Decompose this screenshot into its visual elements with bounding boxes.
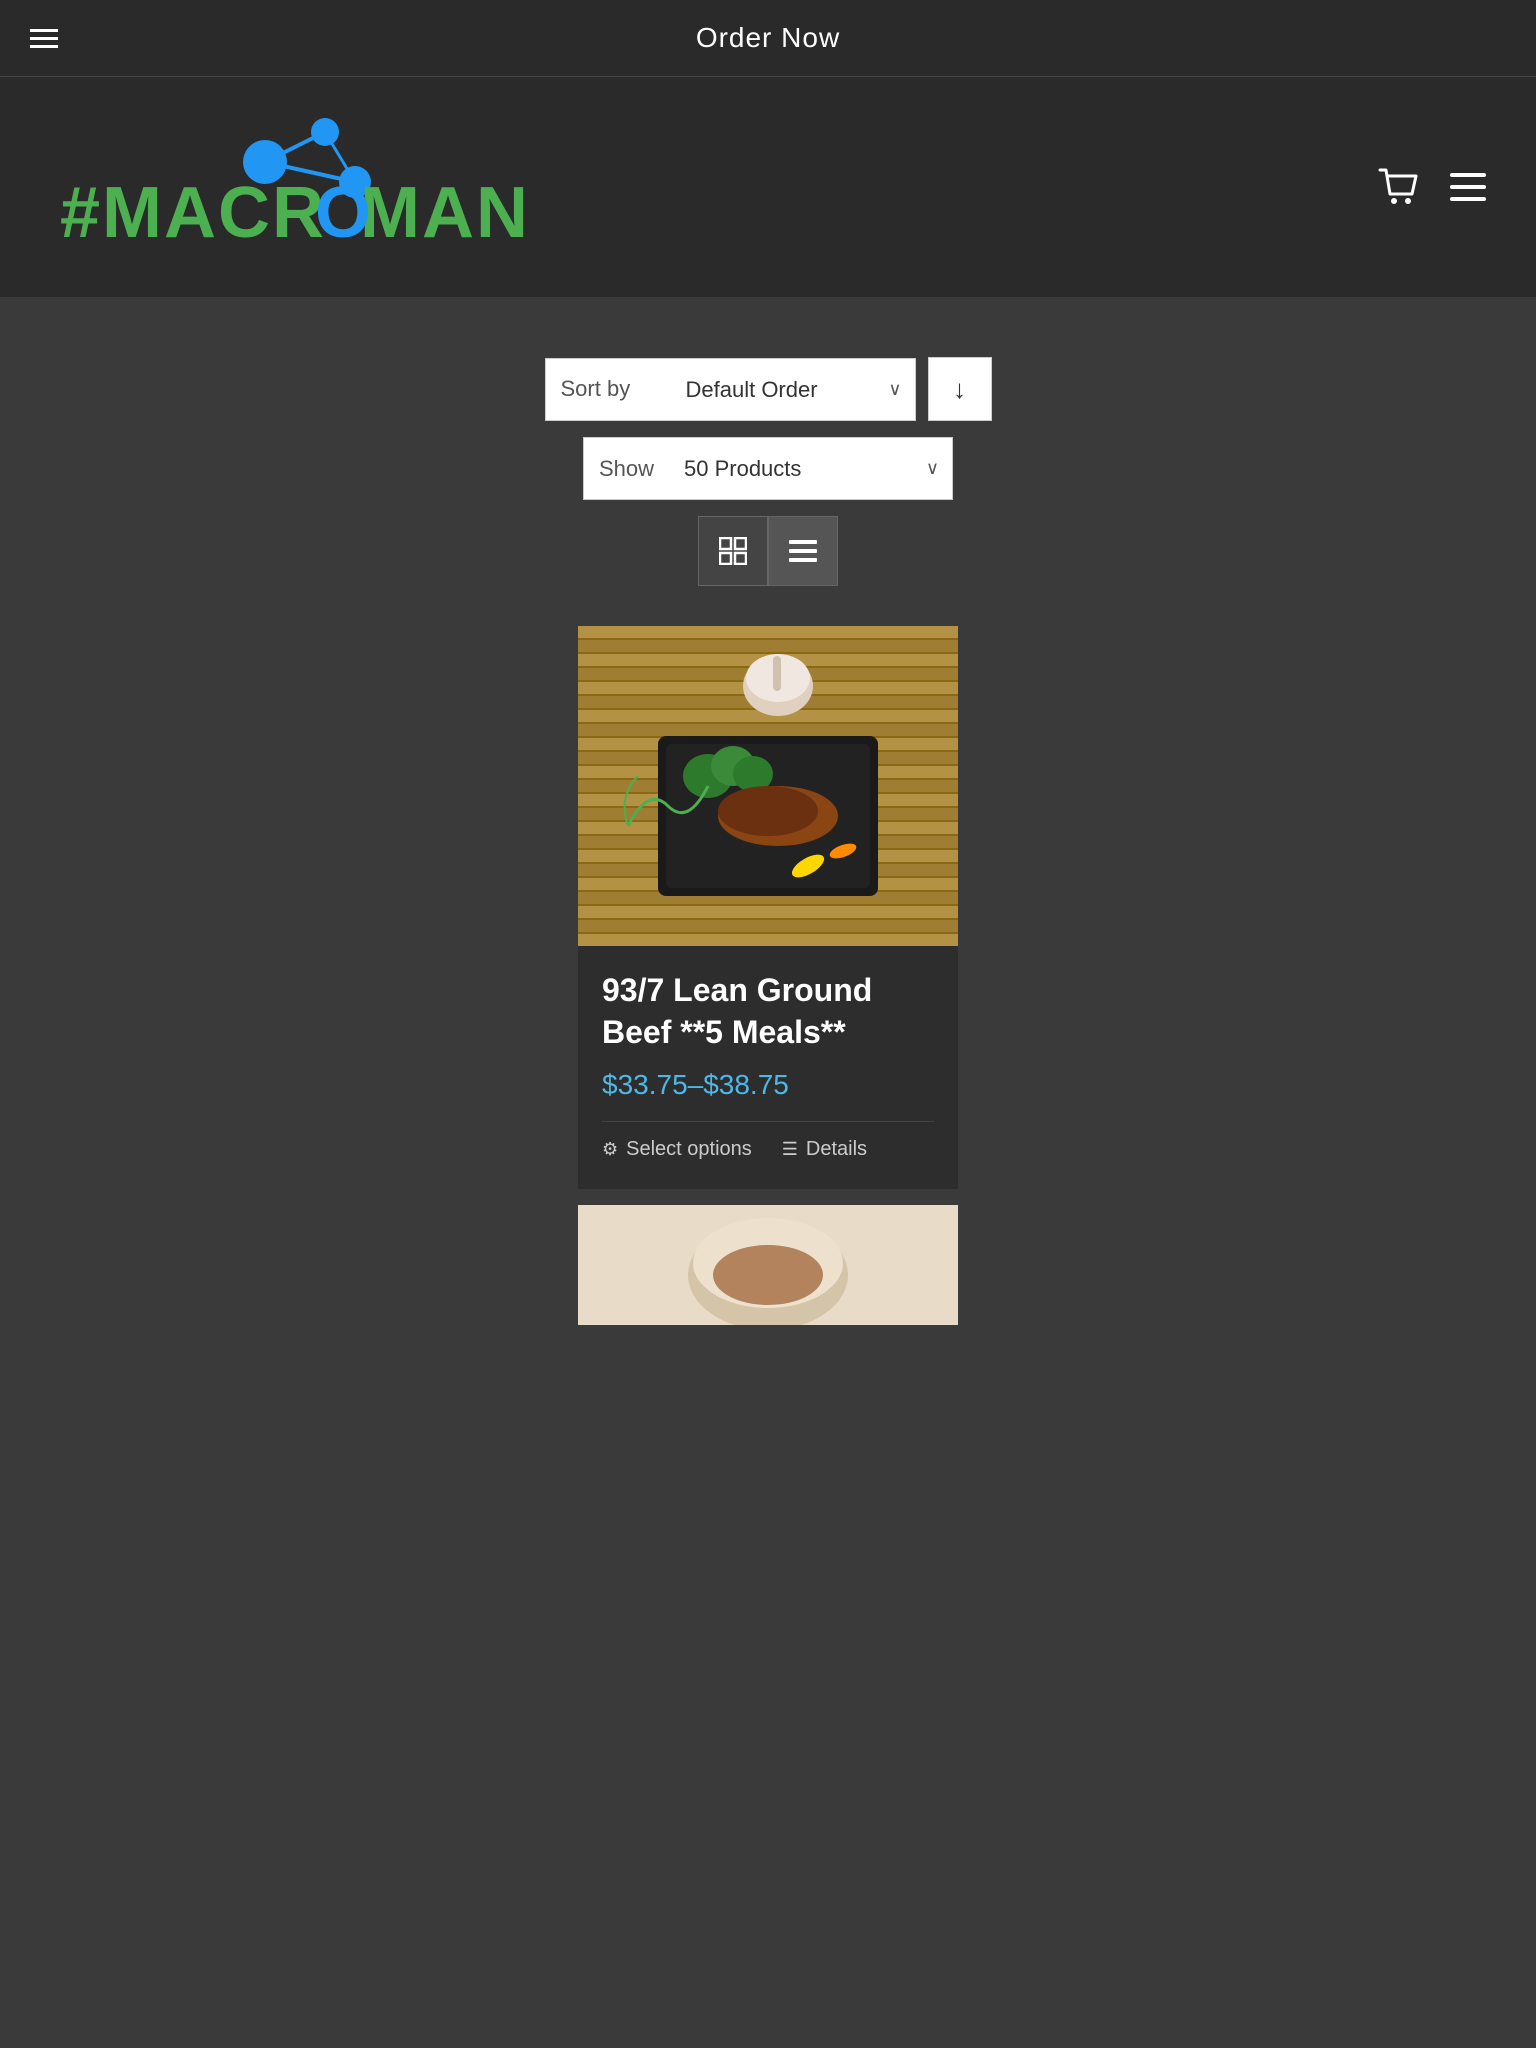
- header-icons: [1378, 168, 1486, 206]
- grid-view-button[interactable]: [698, 516, 768, 586]
- select-options-label: Select options: [626, 1138, 752, 1161]
- header: #MACR MAN O: [0, 77, 1536, 297]
- cart-button[interactable]: [1378, 168, 1420, 206]
- select-options-button[interactable]: ⚙ Select options: [602, 1138, 752, 1161]
- sort-select-wrapper: Default Order Price: Low to High Price: …: [545, 358, 916, 421]
- product-image[interactable]: [578, 626, 958, 946]
- product-title: 93/7 Lean Ground Beef **5 Meals**: [602, 970, 934, 1053]
- show-row: 50 Products 10 Products 20 Products 100 …: [583, 437, 953, 500]
- products-grid: 93/7 Lean Ground Beef **5 Meals** $33.75…: [578, 626, 958, 1325]
- nav-menu-button[interactable]: [1450, 173, 1486, 201]
- topbar-menu-button[interactable]: [30, 29, 58, 48]
- gear-icon: ⚙: [602, 1139, 618, 1160]
- details-label: Details: [806, 1138, 867, 1161]
- logo-svg: #MACR MAN O: [50, 107, 590, 267]
- top-bar: Order Now: [0, 0, 1536, 77]
- topbar-order-now-link[interactable]: Order Now: [696, 22, 840, 54]
- product-price: $33.75–$38.75: [602, 1069, 934, 1101]
- show-select[interactable]: 50 Products 10 Products 20 Products 100 …: [583, 437, 953, 500]
- sort-row: Default Order Price: Low to High Price: …: [545, 357, 992, 421]
- svg-text:MAN: MAN: [360, 173, 530, 253]
- list-view-button[interactable]: [768, 516, 838, 586]
- show-select-wrapper: 50 Products 10 Products 20 Products 100 …: [583, 437, 953, 500]
- main-content: Default Order Price: Low to High Price: …: [0, 297, 1536, 1385]
- product-card-partial: [578, 1205, 958, 1325]
- product-card: 93/7 Lean Ground Beef **5 Meals** $33.75…: [578, 626, 958, 1189]
- view-toggle: [698, 516, 838, 586]
- svg-text:O: O: [315, 173, 373, 253]
- details-button[interactable]: ☰ Details: [782, 1138, 867, 1161]
- list-icon: [789, 539, 817, 563]
- product-info: 93/7 Lean Ground Beef **5 Meals** $33.75…: [578, 946, 958, 1189]
- logo[interactable]: #MACR MAN O: [50, 107, 590, 267]
- product-image-partial[interactable]: [578, 1205, 958, 1325]
- product-actions: ⚙ Select options ☰ Details: [602, 1121, 934, 1169]
- partial-product-image-svg: [578, 1205, 958, 1325]
- sort-direction-icon: ↓: [953, 374, 966, 405]
- sort-select[interactable]: Default Order Price: Low to High Price: …: [545, 358, 916, 421]
- filter-controls: Default Order Price: Low to High Price: …: [545, 357, 992, 586]
- list-details-icon: ☰: [782, 1139, 798, 1160]
- product-image-svg: [578, 626, 958, 946]
- grid-icon: [719, 537, 747, 565]
- sort-direction-button[interactable]: ↓: [928, 357, 992, 421]
- svg-text:#MACR: #MACR: [60, 173, 326, 253]
